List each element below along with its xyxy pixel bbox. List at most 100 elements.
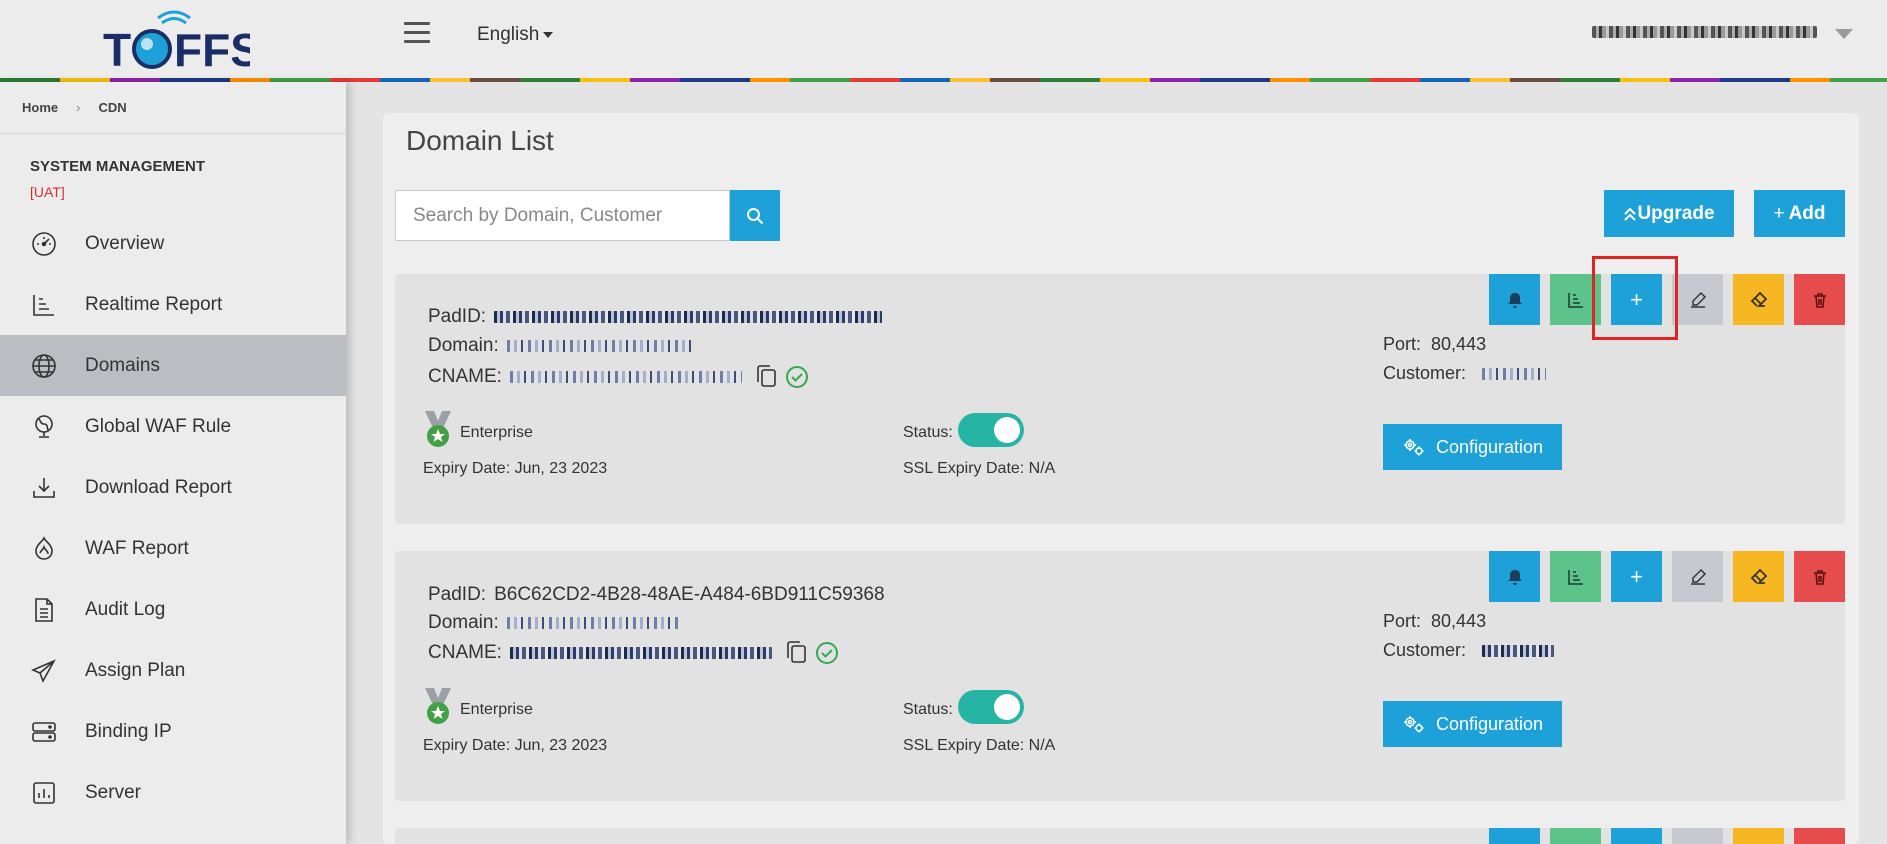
- domain-card: + PadID: B6C62CD2-4B28-48AE-A484-6BD911C…: [395, 551, 1845, 801]
- page-title: Domain List: [406, 125, 554, 156]
- toggle-knob: [994, 417, 1020, 443]
- clear-cache-button[interactable]: [1733, 828, 1784, 844]
- notification-button[interactable]: [1489, 551, 1540, 602]
- sidebar-item-global-waf-rule[interactable]: Global WAF Rule: [0, 396, 346, 457]
- sidebar-item-waf-report[interactable]: WAF Report: [0, 518, 346, 579]
- sidebar-item-label: Download Report: [85, 476, 232, 498]
- toffs-logo: T FFS: [103, 10, 250, 70]
- breadcrumb-current: CDN: [98, 100, 127, 115]
- copy-icon[interactable]: [754, 364, 778, 390]
- medal-icon: [425, 688, 451, 724]
- statistics-button[interactable]: [1550, 274, 1601, 325]
- customer-label: Customer:: [1383, 363, 1467, 383]
- customer-redacted: [1482, 644, 1555, 657]
- breadcrumb-chevron-icon: ›: [76, 100, 81, 115]
- add-sub-button[interactable]: [1611, 828, 1662, 844]
- notification-button[interactable]: [1489, 274, 1540, 325]
- cname-redacted: [509, 371, 742, 383]
- domain-card: [395, 828, 1845, 844]
- user-menu-caret-icon[interactable]: [1835, 29, 1853, 39]
- server-chart-icon: [30, 779, 58, 807]
- sidebar-item-label: Global WAF Rule: [85, 415, 232, 437]
- toggle-knob: [994, 694, 1020, 720]
- configuration-button[interactable]: Configuration: [1383, 424, 1562, 470]
- delete-button[interactable]: [1794, 551, 1845, 602]
- edit-icon: [1690, 291, 1706, 308]
- double-chevron-up-icon: [1624, 207, 1637, 221]
- breadcrumb-home[interactable]: Home: [22, 100, 58, 115]
- domain-label: Domain:: [428, 612, 499, 633]
- menu-toggle-icon[interactable]: [404, 22, 430, 46]
- status-label: Status:: [903, 424, 953, 441]
- configuration-label: Configuration: [1435, 436, 1544, 457]
- sidebar-nav: Overview Realtime Report Domains Global …: [0, 213, 346, 823]
- add-sub-button[interactable]: +: [1611, 551, 1662, 602]
- sidebar-item-realtime-report[interactable]: Realtime Report: [0, 274, 346, 335]
- card-actions: [1479, 828, 1845, 844]
- user-menu[interactable]: [1592, 25, 1817, 45]
- status-toggle[interactable]: [958, 413, 1024, 447]
- breadcrumb: Home › CDN: [0, 82, 346, 134]
- padid-redacted: [494, 311, 883, 323]
- sidebar-item-label: WAF Report: [85, 537, 189, 559]
- padid-value: B6C62CD2-4B28-48AE-A484-6BD911C59368: [494, 584, 885, 605]
- customer-field: Customer:: [1383, 640, 1555, 661]
- sidebar-item-download-report[interactable]: Download Report: [0, 457, 346, 518]
- sidebar: Home › CDN SYSTEM MANAGEMENT [UAT] Overv…: [0, 82, 346, 844]
- sidebar-item-label: Domains: [85, 354, 160, 376]
- expiry-date: Expiry Date: Jun, 23 2023: [423, 737, 608, 754]
- search-button[interactable]: [730, 190, 780, 241]
- delete-button[interactable]: [1794, 274, 1845, 325]
- cname-label: CNAME:: [428, 366, 502, 387]
- sidebar-item-domains[interactable]: Domains: [0, 335, 346, 396]
- sidebar-item-server[interactable]: Server: [0, 762, 346, 823]
- bar-chart-icon: [1567, 569, 1583, 585]
- ssl-expiry: SSL Expiry Date: N/A: [903, 460, 1056, 477]
- statistics-button[interactable]: [1550, 551, 1601, 602]
- copy-icon[interactable]: [784, 640, 808, 666]
- trash-icon: [1813, 569, 1826, 585]
- search-input[interactable]: Search by Domain, Customer: [395, 190, 730, 241]
- upgrade-button[interactable]: Upgrade: [1604, 190, 1734, 237]
- server-rack-icon: [30, 718, 58, 746]
- configuration-label: Configuration: [1435, 713, 1544, 734]
- sidebar-item-label: Audit Log: [85, 598, 166, 620]
- username-redacted: [1592, 26, 1817, 38]
- card-actions: +: [1479, 274, 1845, 325]
- sidebar-item-audit-log[interactable]: Audit Log: [0, 579, 346, 640]
- edit-icon: [1690, 568, 1706, 585]
- download-icon: [30, 474, 58, 502]
- sidebar-item-assign-plan[interactable]: Assign Plan: [0, 640, 346, 701]
- status-toggle[interactable]: [958, 690, 1024, 724]
- configuration-button[interactable]: Configuration: [1383, 701, 1562, 747]
- clear-cache-button[interactable]: [1733, 274, 1784, 325]
- sidebar-item-label: Overview: [85, 232, 165, 254]
- trash-icon: [1813, 292, 1826, 308]
- language-selector[interactable]: English: [477, 24, 554, 46]
- edit-button[interactable]: [1672, 274, 1723, 325]
- domain-redacted: [506, 340, 695, 352]
- shield-flame-icon: [30, 535, 58, 563]
- add-button[interactable]: + Add: [1754, 190, 1845, 237]
- section-title: SYSTEM MANAGEMENT: [30, 158, 206, 175]
- card-actions: +: [1479, 551, 1845, 602]
- clear-cache-button[interactable]: [1733, 551, 1784, 602]
- medal-icon: [425, 411, 451, 447]
- statistics-button[interactable]: [1550, 828, 1601, 844]
- add-label: Add: [1788, 202, 1826, 224]
- edit-button[interactable]: [1672, 828, 1723, 844]
- notification-button[interactable]: [1489, 828, 1540, 844]
- delete-button[interactable]: [1794, 828, 1845, 844]
- sidebar-item-label: Server: [85, 781, 141, 803]
- cname-label: CNAME:: [428, 642, 502, 663]
- cname-field: CNAME:: [428, 640, 840, 666]
- sidebar-item-binding-ip[interactable]: Binding IP: [0, 701, 346, 762]
- cname-redacted: [509, 647, 772, 659]
- search-placeholder: Search by Domain, Customer: [413, 204, 663, 226]
- ssl-expiry: SSL Expiry Date: N/A: [903, 737, 1056, 754]
- gears-icon: [1403, 716, 1424, 733]
- document-icon: [30, 596, 58, 624]
- sidebar-item-overview[interactable]: Overview: [0, 213, 346, 274]
- add-sub-button[interactable]: +: [1611, 274, 1662, 325]
- edit-button[interactable]: [1672, 551, 1723, 602]
